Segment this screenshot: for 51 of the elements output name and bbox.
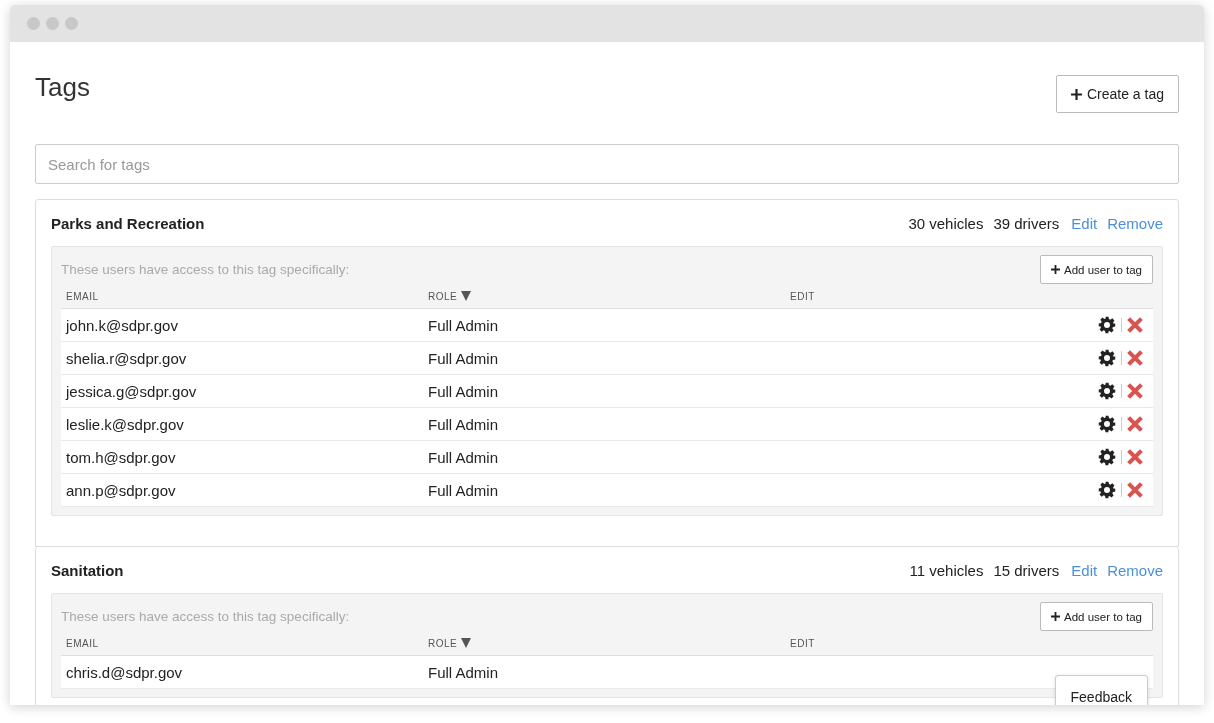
user-email: tom.h@sdpr.gov: [66, 448, 177, 466]
vehicle-count: 11 vehicles: [909, 561, 984, 579]
close-icon[interactable]: [1127, 449, 1143, 465]
column-header: EDIT: [790, 637, 815, 649]
tag-name: Sanitation: [51, 561, 125, 579]
settings-icon[interactable]: [1098, 349, 1116, 367]
sort-down-icon[interactable]: [461, 638, 472, 648]
access-note: These users have access to this tag specifically:: [61, 262, 350, 277]
add-user-button[interactable]: Add user to tag: [1040, 255, 1153, 284]
user-role: Full Admin: [428, 415, 500, 433]
driver-count: 39 drivers: [993, 214, 1060, 232]
tag-name: Parks and Recreation: [51, 214, 206, 232]
column-header: EMAIL: [66, 637, 99, 649]
close-icon[interactable]: [1127, 482, 1143, 498]
user-email: leslie.k@sdpr.gov: [66, 415, 185, 433]
feedback-button[interactable]: Feedback: [1054, 675, 1148, 705]
add-user-button[interactable]: Add user to tag: [1040, 602, 1153, 631]
user-email: chris.d@sdpr.gov: [66, 663, 184, 681]
close-icon[interactable]: [1127, 416, 1143, 432]
user-email: jessica.g@sdpr.gov: [66, 382, 198, 400]
access-note: These users have access to this tag specifically:: [61, 609, 350, 624]
user-role: Full Admin: [428, 448, 500, 466]
sort-down-icon[interactable]: [461, 291, 472, 301]
user-role: Full Admin: [428, 382, 500, 400]
settings-icon[interactable]: [1098, 481, 1116, 499]
plus-icon: [1051, 265, 1060, 274]
settings-icon[interactable]: [1098, 316, 1116, 334]
user-role: Full Admin: [428, 316, 500, 334]
user-email: shelia.r@sdpr.gov: [66, 349, 188, 367]
user-email: john.k@sdpr.gov: [66, 316, 179, 334]
sortable-column-header[interactable]: ROLE: [428, 637, 458, 649]
close-icon[interactable]: [1127, 350, 1143, 366]
user-role: Full Admin: [428, 481, 500, 499]
driver-count: 15 drivers: [993, 561, 1060, 579]
close-icon[interactable]: [1127, 317, 1143, 333]
plus-icon: [1070, 88, 1082, 100]
create-tag-button[interactable]: Create a tag: [1055, 75, 1179, 113]
settings-icon[interactable]: [1098, 448, 1116, 466]
settings-icon[interactable]: [1098, 415, 1116, 433]
vehicle-count: 30 vehicles: [908, 214, 984, 232]
user-email: ann.p@sdpr.gov: [66, 481, 177, 499]
user-role: Full Admin: [428, 349, 500, 367]
column-header: EDIT: [790, 290, 815, 302]
close-icon[interactable]: [1127, 383, 1143, 399]
settings-icon[interactable]: [1098, 382, 1116, 400]
user-role: Full Admin: [428, 663, 500, 681]
search-field[interactable]: Search for tags: [35, 144, 1179, 184]
sortable-column-header[interactable]: ROLE: [428, 290, 458, 302]
page-title: Tags: [35, 71, 90, 103]
column-header: EMAIL: [66, 290, 99, 302]
plus-icon: [1051, 612, 1060, 621]
